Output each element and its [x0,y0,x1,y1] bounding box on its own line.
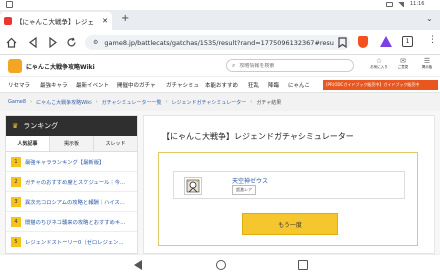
tab-thread[interactable]: スレッド [94,136,137,152]
system-back-icon[interactable] [134,260,142,270]
ranking-item[interactable]: 5 レジェンドストーリー0（ゼロレジェン... [6,232,137,252]
chevron-right-icon: › [165,99,168,105]
result-card [173,171,405,199]
system-nav-bar [0,254,440,275]
system-recents-icon[interactable] [298,260,308,270]
rank-number: 4 [11,216,21,227]
nav-item-instinct[interactable]: 本能おすすめ [205,81,238,89]
back-icon[interactable] [28,37,38,48]
ranking-link[interactable]: 最強キャラランキング【最新版】 [25,158,104,166]
breadcrumb: Game8 › にゃんこ大戦争攻略Wiki › ガチャシミュレーター一覧 › レ… [0,93,440,111]
site-nav: リセマラ 最強キャラ 最新イベント 開催中のガチャ ガチャシミュ 本能おすすめ … [0,77,440,93]
chevron-right-icon: › [30,99,33,105]
breadcrumb-item[interactable]: レジェンドガチャシミュレーター [171,99,246,106]
tab-list-icon[interactable]: ⌄ [426,14,433,23]
chevron-right-icon: › [250,99,253,105]
promo-banner[interactable]: (PR)ODCガイドブック販売中】ガイドブック販売中 [323,80,438,90]
forum-label: 掲示板 [421,65,433,69]
nav-item-nyanko[interactable]: にゃんこ [288,81,310,89]
rank-number: 5 [11,237,21,247]
star-icon: ☆ [375,57,383,65]
nav-item-gacha-sim[interactable]: ガチャシミュ [166,81,199,89]
breadcrumb-current: ガチャ結果 [256,99,282,106]
feedback-label: ご意見 [397,65,409,69]
battery-icon [386,2,393,7]
menu-icon: ☰ [423,57,431,65]
ranking-link[interactable]: 闇猫のちびネコ襲来の攻略とおすすめキ... [25,218,125,226]
tab-forum[interactable]: 掲示板 [50,136,94,152]
page-title: 【にゃんこ大戦争】レジェンドガチャシミュレーター [162,132,354,141]
nav-item-advent[interactable]: 降臨 [268,81,279,89]
nav-item-best-chars[interactable]: 最強キャラ [40,81,68,89]
character-icon [186,179,200,193]
search-icon: ⌕ [232,61,236,69]
site-header: にゃんこ大戦争攻略Wiki ⌕ ☆ お気に入り ✉ ご意見 ☰ 掲示板 [0,55,440,77]
tab-popular[interactable]: 人気記事 [6,136,50,152]
system-home-icon[interactable] [216,260,226,270]
site-name[interactable]: にゃんこ大戦争攻略Wiki [26,62,95,71]
ranking-item[interactable]: 4 闇猫のちびネコ襲来の攻略とおすすめキ... [6,212,137,232]
notification-icon [6,1,13,8]
favorites-label: お気に入り [370,65,388,69]
favorites-button[interactable]: ☆ お気に入り [370,57,388,70]
ranking-link[interactable]: レジェンドストーリー0（ゼロレジェン... [25,238,123,246]
gacha-result-panel: 天空神ゼウス 超激レア もう一度 [158,152,418,246]
ranking-header: ♛ ランキング [6,116,137,136]
breadcrumb-item[interactable]: Game8 [8,99,26,105]
forward-icon[interactable] [48,37,58,48]
site-search-box[interactable]: ⌕ [226,59,354,72]
breadcrumb-item[interactable]: ガチャシミュレーター一覧 [102,99,162,106]
new-tab-button[interactable]: + [121,13,129,24]
nav-item-kyoran[interactable]: 狂乱 [248,81,259,89]
character-image[interactable] [184,177,202,195]
nav-item-events[interactable]: 最新イベント [76,81,109,89]
browser-tab-strip: 【にゃんこ大戦争】レジェ ✕ + ⌄ [0,10,440,30]
tab-title: 【にゃんこ大戦争】レジェ [16,18,94,26]
wifi-icon [398,2,404,7]
nav-item-reroll[interactable]: リセマラ [8,81,30,89]
reload-icon[interactable] [66,37,77,48]
url-text: game8.jp/battlecats/gatchas/1535/result?… [104,38,334,47]
ranking-item[interactable]: 3 異次元コロシアムの攻略と報酬｜ハイス... [6,192,137,212]
favicon-icon [4,17,12,25]
browser-tab[interactable]: 【にゃんこ大戦争】レジェ ✕ [0,12,112,30]
status-bar: 11:16 [0,0,440,10]
rewards-icon[interactable] [380,36,392,47]
rarity-badge: 超激レア [232,185,256,195]
ranking-sidebar: ♛ ランキング 人気記事 掲示板 スレッド 1 最強キャラランキング【最新版】 … [5,115,138,254]
chevron-right-icon: › [95,99,98,105]
browser-toolbar: ⚙ game8.jp/battlecats/gatchas/1535/resul… [0,30,440,55]
brave-shields-icon[interactable] [358,36,368,48]
site-settings-icon[interactable]: ⚙ [93,39,98,46]
clock: 11:16 [410,1,425,7]
overflow-menu-icon[interactable]: ⋮ [428,35,437,45]
crown-icon: ♛ [12,122,19,130]
ranking-link[interactable]: ガチャのおすすめ度とスケジュール｜今... [25,178,125,186]
home-icon[interactable] [6,37,17,48]
forum-button[interactable]: ☰ 掲示板 [418,57,436,70]
character-name[interactable]: 天空神ゼウス [232,176,268,185]
site-search-input[interactable] [239,62,340,69]
close-tab-icon[interactable]: ✕ [102,17,108,25]
bookmark-icon[interactable] [338,37,347,48]
tab-count-button[interactable]: 1 [402,36,413,47]
rank-number: 1 [11,156,21,167]
rank-number: 3 [11,196,21,207]
mail-icon: ✉ [400,57,406,65]
roll-again-button[interactable]: もう一度 [242,213,338,235]
nav-item-gacha[interactable]: 開催中のガチャ [117,81,155,89]
ranking-item[interactable]: 1 最強キャラランキング【最新版】 [6,152,137,172]
ranking-title: ランキング [23,122,59,130]
ranking-item[interactable]: 2 ガチャのおすすめ度とスケジュール｜今... [6,172,137,192]
ranking-link[interactable]: 異次元コロシアムの攻略と報酬｜ハイス... [25,198,125,206]
url-field[interactable]: ⚙ game8.jp/battlecats/gatchas/1535/resul… [85,35,350,50]
site-logo-icon[interactable] [8,59,22,73]
rank-number: 2 [11,176,21,187]
breadcrumb-item[interactable]: にゃんこ大戦争攻略Wiki [36,99,92,106]
feedback-button[interactable]: ✉ ご意見 [394,57,412,70]
